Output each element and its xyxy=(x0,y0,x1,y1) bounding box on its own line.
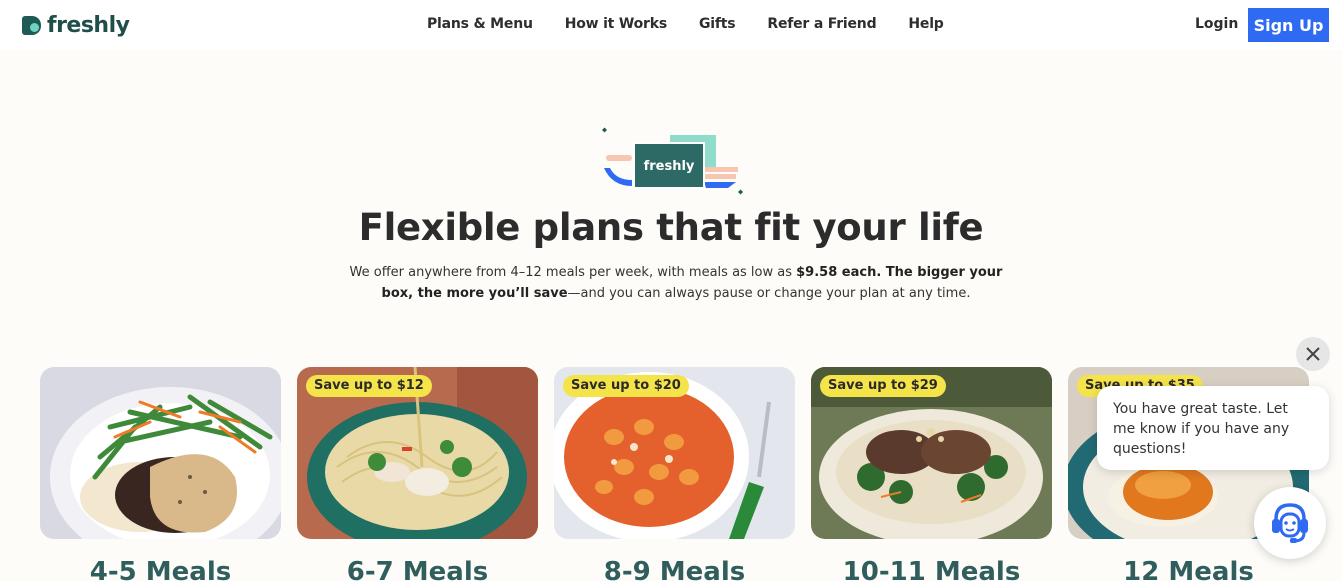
save-badge: Save up to $12 xyxy=(306,375,432,397)
hero-subtext-part2: —and you can always pause or change your… xyxy=(567,286,971,301)
freshly-logo[interactable]: freshly xyxy=(22,12,130,38)
chat-launcher-button[interactable] xyxy=(1254,487,1326,559)
plan-card-4-5-meals[interactable] xyxy=(40,367,281,539)
sign-up-button[interactable]: Sign Up xyxy=(1248,8,1329,42)
nav-help[interactable]: Help xyxy=(908,16,943,36)
nav-how-it-works[interactable]: How it Works xyxy=(565,16,667,36)
nav-gifts[interactable]: Gifts xyxy=(699,16,736,36)
plan-card-10-11-meals[interactable]: Save up to $29 xyxy=(811,367,1052,539)
chat-message-bubble[interactable]: You have great taste. Let me know if you… xyxy=(1097,386,1329,470)
plan-card-6-7-meals[interactable]: Save up to $12 xyxy=(297,367,538,539)
save-badge: Save up to $20 xyxy=(563,375,689,397)
nav-plans-menu[interactable]: Plans & Menu xyxy=(427,16,533,36)
plan-label-8-9-meals[interactable]: 8-9 Meals xyxy=(554,557,795,581)
chat-close-button[interactable] xyxy=(1296,337,1330,371)
plan-card-8-9-meals[interactable]: Save up to $20 xyxy=(554,367,795,539)
login-link[interactable]: Login xyxy=(1195,16,1238,32)
plan-label-12-meals[interactable]: 12 Meals xyxy=(1068,557,1309,581)
hero-subtext-part1: We offer anywhere from 4–12 meals per we… xyxy=(349,265,797,280)
save-badge: Save up to $29 xyxy=(820,375,946,397)
plan-label-10-11-meals[interactable]: 10-11 Meals xyxy=(811,557,1052,581)
brand-name: freshly xyxy=(47,12,130,38)
nav-refer-a-friend[interactable]: Refer a Friend xyxy=(767,16,876,36)
main-nav: Plans & Menu How it Works Gifts Refer a … xyxy=(427,16,944,36)
close-icon xyxy=(1306,347,1320,361)
site-header: freshly Plans & Menu How it Works Gifts … xyxy=(0,0,1342,50)
support-agent-icon xyxy=(1272,503,1308,543)
hero-subtext: We offer anywhere from 4–12 meals per we… xyxy=(336,262,1016,304)
freshly-logo-icon xyxy=(22,15,41,35)
illustration-brand-text: freshly xyxy=(644,159,695,174)
freshly-box-illustration: freshly xyxy=(602,127,743,195)
page-title: Flexible plans that fit your life xyxy=(358,206,984,249)
steak-dish-image xyxy=(40,367,281,539)
plan-label-6-7-meals[interactable]: 6-7 Meals xyxy=(297,557,538,581)
plan-label-4-5-meals[interactable]: 4-5 Meals xyxy=(40,557,281,581)
